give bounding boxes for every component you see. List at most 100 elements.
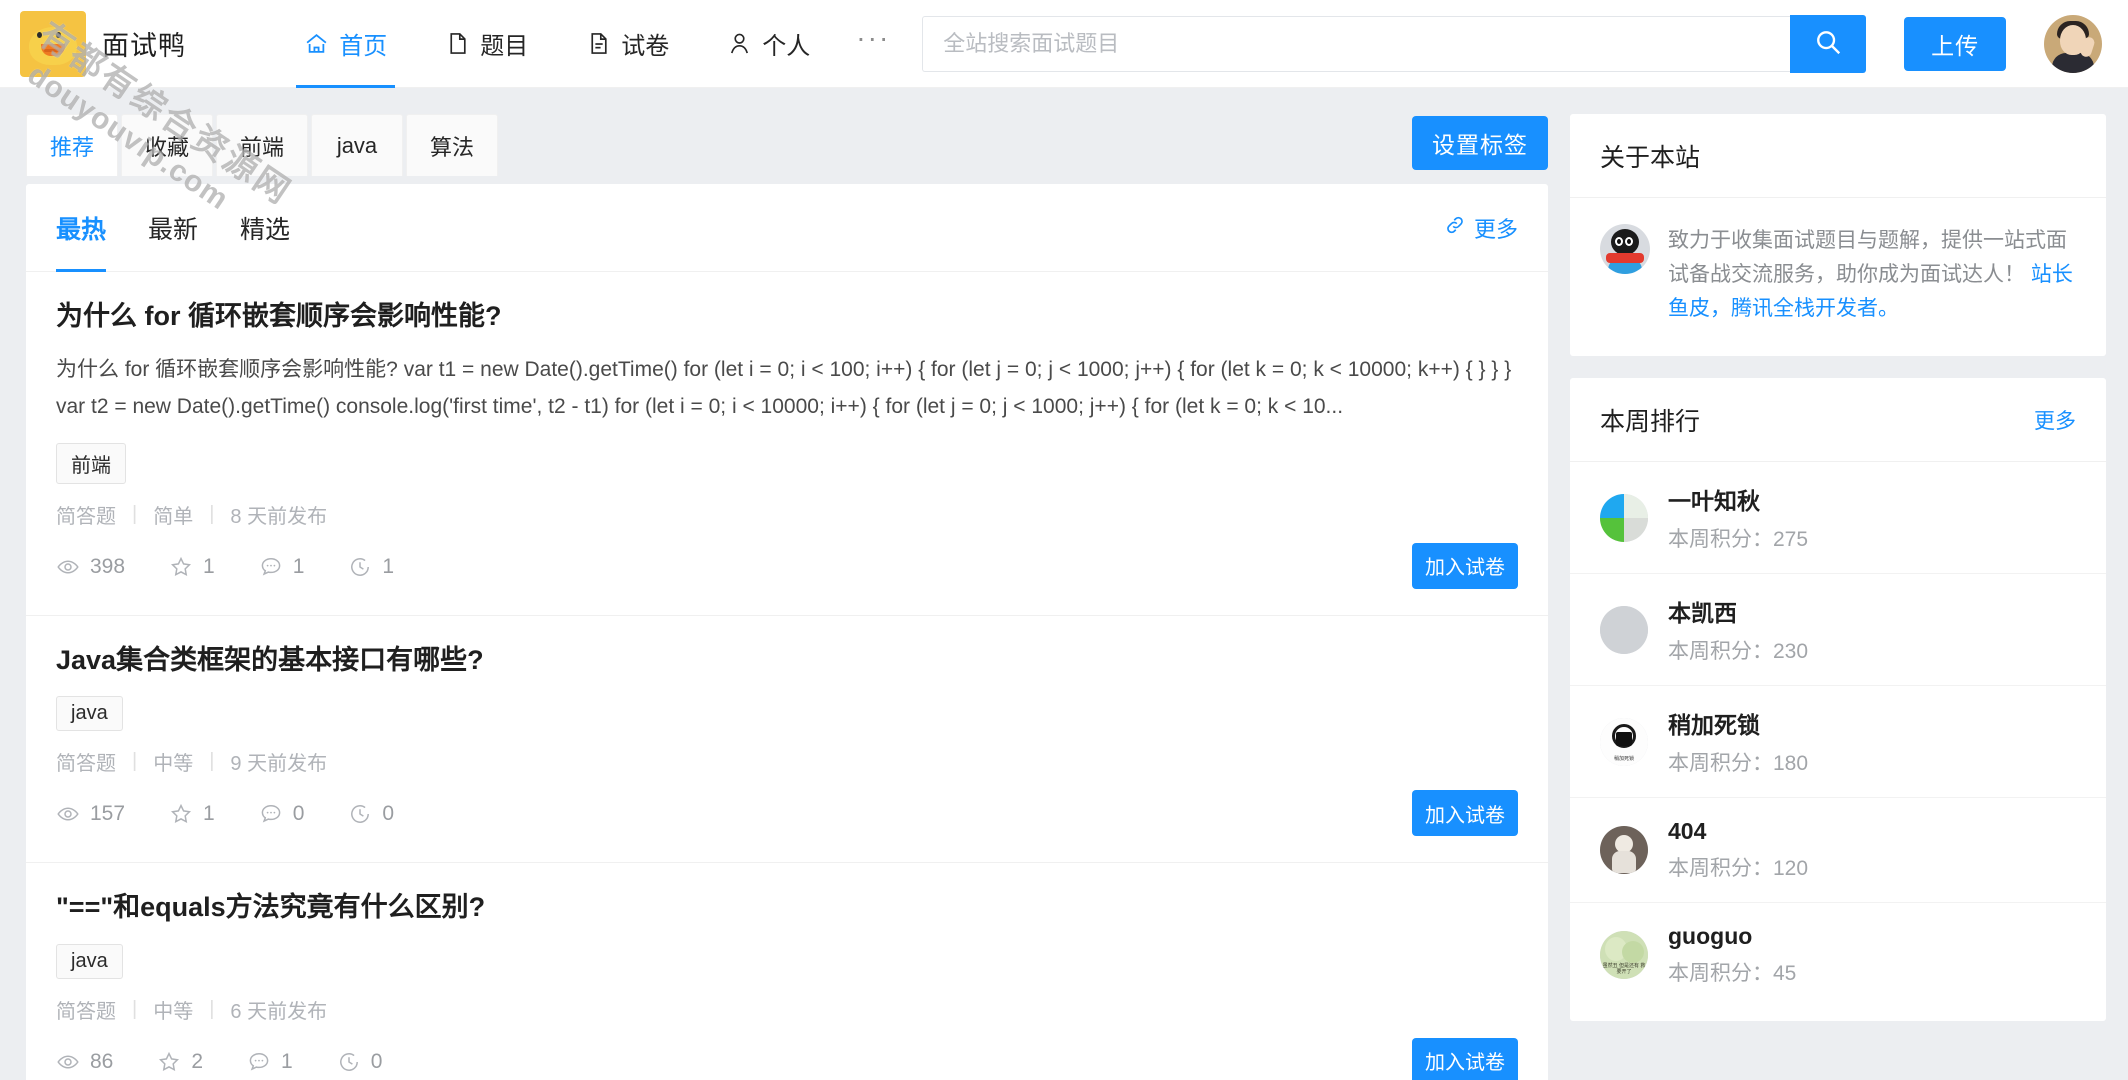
- star-icon: [169, 555, 193, 579]
- list-item[interactable]: 虽然丑 但是还有 救要开了 guoguo 本周积分：45: [1570, 903, 2106, 1007]
- question-tag[interactable]: java: [56, 696, 123, 732]
- sort-tab-row: 最热 最新 精选 更多: [26, 184, 1548, 272]
- question-tag[interactable]: java: [56, 943, 123, 979]
- question-meta: 简答题 | 中等 | 9 天前发布: [56, 747, 1518, 776]
- about-description: 致力于收集面试题目与题解，提供一站式面试备战交流服务，助你成为面试达人！: [1668, 229, 2067, 287]
- rank-info: 稍加死锁 本周积分：180: [1668, 706, 1808, 777]
- question-title[interactable]: Java集合类框架的基本接口有哪些?: [56, 642, 1518, 678]
- tag-tab-java[interactable]: java: [311, 114, 403, 176]
- brand[interactable]: 面试鸭: [20, 10, 274, 77]
- list-item[interactable]: 稍加死锁 稍加死锁 本周积分：180: [1570, 686, 2106, 799]
- avatar[interactable]: [2044, 14, 2102, 73]
- nav-item-questions[interactable]: 题目: [423, 0, 550, 88]
- views-count: 157: [90, 802, 126, 826]
- sort-tab-newest[interactable]: 最新: [148, 184, 198, 272]
- question-meta: 简答题 | 中等 | 6 天前发布: [56, 995, 1518, 1024]
- rank-user-name[interactable]: 本凯西: [1668, 594, 1808, 628]
- search-button[interactable]: [1790, 14, 1867, 73]
- eye-icon: [56, 802, 80, 826]
- user-icon: [727, 30, 752, 57]
- stars-count: 1: [203, 554, 215, 578]
- comment-icon: [259, 802, 283, 826]
- question-tag-row: 前端: [56, 442, 1518, 484]
- rank-user-name[interactable]: 404: [1668, 818, 1808, 845]
- tag-tabs: 推荐 收藏 前端 java 算法: [26, 114, 498, 176]
- tag-tab-bar: 推荐 收藏 前端 java 算法 设置标签: [26, 114, 1548, 184]
- about-title: 关于本站: [1600, 143, 1701, 172]
- sort-tab-featured[interactable]: 精选: [240, 184, 290, 272]
- score-value: 120: [1773, 857, 1809, 881]
- question-title[interactable]: "=="和equals方法究竟有什么区别?: [56, 889, 1518, 925]
- views-count: 86: [90, 1049, 114, 1073]
- stat-history: 0: [337, 1050, 382, 1074]
- nav-label-questions: 题目: [480, 33, 529, 60]
- rank-user-name[interactable]: guoguo: [1668, 923, 1796, 950]
- question-item[interactable]: 为什么 for 循环嵌套顺序会影响性能? 为什么 for 循环嵌套顺序会影响性能…: [26, 272, 1548, 589]
- rank-more-link[interactable]: 更多: [2034, 405, 2076, 435]
- set-tags-button[interactable]: 设置标签: [1412, 116, 1548, 170]
- score-label: 本周积分：: [1668, 857, 1773, 881]
- avatar-caption: 稍加死锁: [1613, 755, 1634, 762]
- tag-tab-frontend[interactable]: 前端: [216, 114, 308, 176]
- tag-tab-recommend[interactable]: 推荐: [26, 114, 118, 176]
- tag-tab-favorites[interactable]: 收藏: [121, 114, 213, 176]
- question-item[interactable]: Java集合类框架的基本接口有哪些? java 简答题 | 中等 | 9 天前发…: [26, 616, 1548, 837]
- list-item[interactable]: 一叶知秋 本周积分：275: [1570, 462, 2106, 575]
- upload-button[interactable]: 上传: [1904, 16, 2006, 71]
- page-root: 面试鸭 首页 题目 试卷 个人 ··· 全站搜索面试题目 上传 有都有综合资源网…: [0, 0, 2128, 1080]
- add-to-paper-button[interactable]: 加入试卷: [1412, 542, 1518, 589]
- nav-label-profile: 个人: [762, 33, 811, 60]
- nav-item-home[interactable]: 首页: [282, 0, 409, 88]
- score-label: 本周积分：: [1668, 640, 1773, 664]
- nav-item-profile[interactable]: 个人: [705, 0, 832, 88]
- stat-comments: 1: [259, 554, 305, 579]
- comments-count: 1: [292, 554, 305, 578]
- list-item[interactable]: 本凯西 本周积分：230: [1570, 574, 2106, 687]
- clock-history-icon: [348, 802, 372, 826]
- file-icon: [445, 30, 470, 57]
- about-text: 致力于收集面试题目与题解，提供一站式面试备战交流服务，助你成为面试达人！ 站长鱼…: [1668, 224, 2076, 326]
- nav-more-button[interactable]: ···: [846, 23, 900, 51]
- question-meta: 简答题 | 简单 | 8 天前发布: [56, 500, 1518, 529]
- home-icon: [304, 30, 329, 57]
- more-link[interactable]: 更多: [1444, 212, 1518, 244]
- question-tag-row: java: [56, 696, 1518, 732]
- eye-icon: [56, 1050, 80, 1074]
- add-to-paper-button[interactable]: 加入试卷: [1412, 1037, 1518, 1080]
- question-type: 简答题: [56, 505, 116, 528]
- score-label: 本周积分：: [1668, 752, 1773, 776]
- stat-stars: 2: [157, 1050, 203, 1074]
- rank-user-score: 本周积分：230: [1668, 635, 1808, 665]
- list-item[interactable]: 404 本周积分：120: [1570, 798, 2106, 904]
- rank-list: 一叶知秋 本周积分：275 本凯西 本周积分：230 稍加死锁 稍加死锁 本周积…: [1570, 462, 2106, 1021]
- rank-info: 404 本周积分：120: [1668, 818, 1808, 882]
- score-value: 230: [1773, 640, 1809, 664]
- question-tag-row: java: [56, 943, 1518, 979]
- rank-user-name[interactable]: 稍加死锁: [1668, 706, 1808, 740]
- question-published: 9 天前发布: [230, 753, 328, 776]
- question-difficulty: 中等: [153, 753, 194, 776]
- stat-views: 86: [56, 1050, 113, 1074]
- qq-penguin-icon: [1600, 224, 1650, 274]
- search-input[interactable]: [922, 15, 1791, 72]
- question-item[interactable]: "=="和equals方法究竟有什么区别? java 简答题 | 中等 | 6 …: [26, 863, 1548, 1080]
- meta-separator: |: [209, 750, 215, 773]
- nav-label-home: 首页: [339, 33, 388, 60]
- question-title[interactable]: 为什么 for 循环嵌套顺序会影响性能?: [56, 298, 1518, 334]
- about-link-role[interactable]: 腾讯全栈开发者。: [1731, 297, 1899, 320]
- rank-avatar: [1600, 605, 1648, 654]
- stat-stars: 1: [169, 555, 215, 579]
- sort-tab-hottest[interactable]: 最热: [56, 184, 107, 272]
- rank-user-name[interactable]: 一叶知秋: [1668, 482, 1808, 516]
- document-icon: [586, 30, 611, 57]
- nav-item-papers[interactable]: 试卷: [564, 0, 691, 88]
- clock-history-icon: [337, 1050, 361, 1074]
- rank-title: 本周排行: [1600, 407, 1701, 436]
- question-stats: 86 2 1 0: [56, 1040, 1518, 1080]
- score-value: 275: [1773, 528, 1809, 552]
- content-column: 推荐 收藏 前端 java 算法 设置标签 最热 最新 精选 更多 为什么 fo…: [26, 114, 1548, 1080]
- add-to-paper-button[interactable]: 加入试卷: [1412, 790, 1518, 837]
- question-tag[interactable]: 前端: [56, 442, 126, 484]
- tag-tab-algorithm[interactable]: 算法: [406, 114, 498, 176]
- stat-comments: 1: [247, 1050, 293, 1074]
